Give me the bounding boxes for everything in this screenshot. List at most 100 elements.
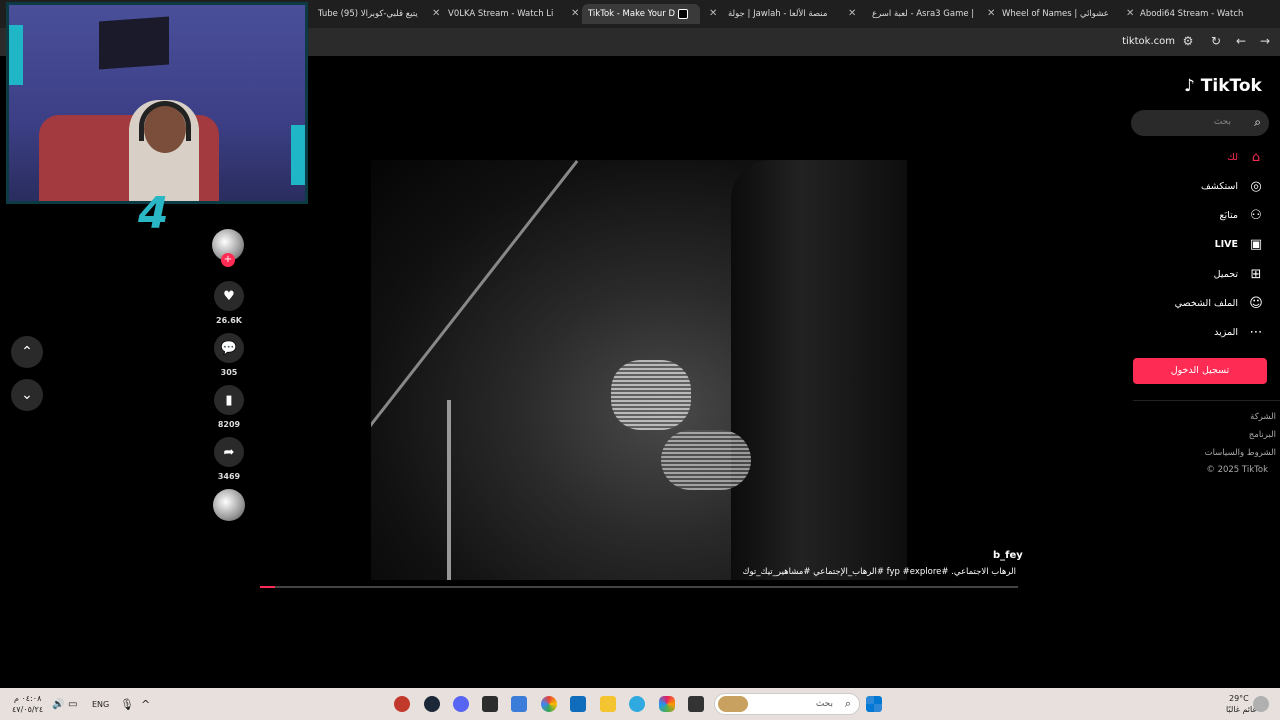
chrome-icon[interactable] [541, 696, 557, 712]
discord-icon[interactable] [453, 696, 469, 712]
file-explorer-icon[interactable] [600, 696, 616, 712]
app-icon[interactable] [511, 696, 527, 712]
start-button-icon[interactable] [866, 696, 882, 712]
close-tab-icon[interactable]: ✕ [709, 8, 717, 19]
reload-icon[interactable]: ↻ [1208, 34, 1224, 48]
share-count: 3469 [217, 472, 241, 481]
close-tab-icon[interactable]: ✕ [571, 8, 579, 19]
menu-live[interactable]: ▣ LIVE [1215, 237, 1264, 252]
footer-link-company[interactable]: الشركة [1250, 412, 1276, 422]
close-tab-icon[interactable]: ✕ [987, 8, 995, 19]
volume-icon[interactable]: 🔊 [52, 699, 64, 710]
video-progress-bar[interactable] [260, 586, 1018, 588]
following-icon: ⚇ [1250, 208, 1262, 223]
menu-for-you[interactable]: ⌂ لك [1227, 150, 1264, 165]
site-settings-icon[interactable]: ⚙ [1180, 34, 1196, 48]
bookmark-icon[interactable]: ▮ [214, 385, 244, 415]
copilot-icon[interactable] [659, 696, 675, 712]
comment-action[interactable]: 💬 305 [213, 333, 245, 377]
menu-explore[interactable]: ◎ استكشف [1201, 179, 1264, 194]
save-count: 8209 [217, 420, 241, 429]
menu-upload[interactable]: ⊞ تحميل [1214, 267, 1264, 282]
footer-link-terms[interactable]: الشروط والسياسات [1205, 448, 1276, 458]
comment-count: 305 [220, 368, 238, 377]
video-actions: + ♥ 26.6K 💬 305 ▮ 8209 ➦ 3469 [212, 229, 246, 521]
weather-temperature[interactable]: 29°C [1229, 694, 1249, 703]
video-player[interactable] [371, 160, 907, 580]
footer-copyright: © 2025 TikTok [1206, 465, 1268, 475]
video-figure-coat [731, 160, 907, 580]
clock-date[interactable]: ٤٧/٠٥/٢٤ [12, 705, 43, 714]
task-view-icon[interactable] [688, 696, 704, 712]
save-action[interactable]: ▮ 8209 [213, 385, 245, 429]
like-action[interactable]: ♥ 26.6K [213, 281, 245, 325]
show-hidden-icons-icon[interactable]: ^ [141, 698, 150, 711]
steam-icon[interactable] [424, 696, 440, 712]
footer-link-program[interactable]: البرنامج [1249, 430, 1276, 440]
search-input[interactable]: بحث ⌕ [1131, 110, 1269, 136]
tab-asra3-game[interactable]: لعبة اسرع - Asra3 Game | [866, 4, 976, 24]
video-mic-stand [371, 160, 579, 493]
network-icon[interactable]: ▭ [68, 699, 77, 710]
share-action[interactable]: ➦ 3469 [213, 437, 245, 481]
more-icon: ⋯ [1249, 325, 1263, 340]
chevron-up-icon: ⌃ [21, 344, 33, 360]
chevron-down-icon: ⌄ [21, 387, 33, 403]
follow-button[interactable]: + [221, 253, 235, 267]
sound-disc-icon[interactable] [213, 489, 245, 521]
tab-jawlah[interactable]: جولة | Jawlah - منصة الألعا [722, 4, 840, 24]
frame-corner [9, 25, 23, 85]
video-progress-fill [260, 586, 276, 588]
edge-icon[interactable] [629, 696, 645, 712]
terminal-icon[interactable] [482, 696, 498, 712]
tab-youtube[interactable]: Tube (95) يتيع قلبي-كوبرالا [312, 4, 420, 24]
webcam-overlay [6, 2, 308, 204]
microphone-icon[interactable]: 🎙 [120, 698, 134, 711]
weather-description[interactable]: غائم غالبًا [1226, 705, 1257, 714]
menu-profile[interactable]: ☺ الملف الشخصي [1175, 296, 1264, 311]
tiktok-icon [678, 9, 689, 19]
tab-volka-stream[interactable]: V0LKA Stream - Watch Li [442, 4, 557, 24]
video-hand [611, 360, 691, 430]
next-video-button[interactable]: ⌄ [11, 379, 43, 411]
clock-time[interactable]: ٠٤:٠٨ م [14, 694, 41, 703]
heart-icon[interactable]: ♥ [214, 281, 244, 311]
windows-taskbar: ٠٤:٠٨ م ٤٧/٠٥/٢٤ 🔊 ▭ ENG 🎙 ^ بحث ⌕ 29°C … [0, 688, 1280, 720]
search-icon[interactable]: ⌕ [1254, 115, 1261, 130]
language-indicator[interactable]: ENG [92, 700, 109, 709]
live-icon: ▣ [1249, 237, 1263, 252]
search-highlight-image [718, 696, 748, 712]
tiktok-logo[interactable]: ♪ TikTok [1184, 76, 1262, 96]
close-tab-icon[interactable]: ✕ [848, 8, 856, 19]
store-icon[interactable] [570, 696, 586, 712]
video-author[interactable]: b_fey [993, 550, 1023, 561]
video-pole [447, 400, 451, 580]
close-tab-icon[interactable]: ✕ [432, 8, 440, 19]
forward-icon[interactable]: → [1257, 34, 1273, 48]
home-icon: ⌂ [1251, 150, 1261, 165]
back-icon[interactable]: ← [1233, 34, 1249, 48]
search-icon: ⌕ [844, 697, 851, 710]
app-icon[interactable] [394, 696, 410, 712]
upload-icon: ⊞ [1250, 267, 1262, 282]
video-caption: الرهاب الاجتماعي. #fyp #explore #الرهاب_… [742, 567, 1016, 577]
frame-corner [291, 125, 305, 185]
author-avatar[interactable]: + [212, 229, 244, 267]
taskbar-search[interactable]: بحث ⌕ [714, 693, 860, 715]
channel-logo: 4 [138, 188, 169, 239]
video-hand [661, 430, 751, 490]
music-disc[interactable] [213, 489, 245, 521]
url-text[interactable]: tiktok.com [1122, 36, 1175, 47]
like-count: 26.6K [216, 316, 242, 325]
tab-abodi64-stream[interactable]: Abodi64 Stream - Watch [1134, 4, 1254, 24]
comment-icon[interactable]: 💬 [214, 333, 244, 363]
profile-icon: ☺ [1249, 296, 1263, 311]
menu-more[interactable]: ⋯ المزيد [1214, 325, 1264, 340]
menu-following[interactable]: ⚇ متابَع [1219, 208, 1264, 223]
login-button[interactable]: تسجيل الدخول [1133, 358, 1267, 384]
tab-tiktok[interactable]: TikTok - Make Your D [582, 4, 700, 24]
tab-wheel-of-names[interactable]: Wheel of Names | عشوائي [996, 4, 1114, 24]
previous-video-button[interactable]: ⌃ [11, 336, 43, 368]
cloud-icon[interactable] [1253, 696, 1269, 712]
share-icon[interactable]: ➦ [214, 437, 244, 467]
